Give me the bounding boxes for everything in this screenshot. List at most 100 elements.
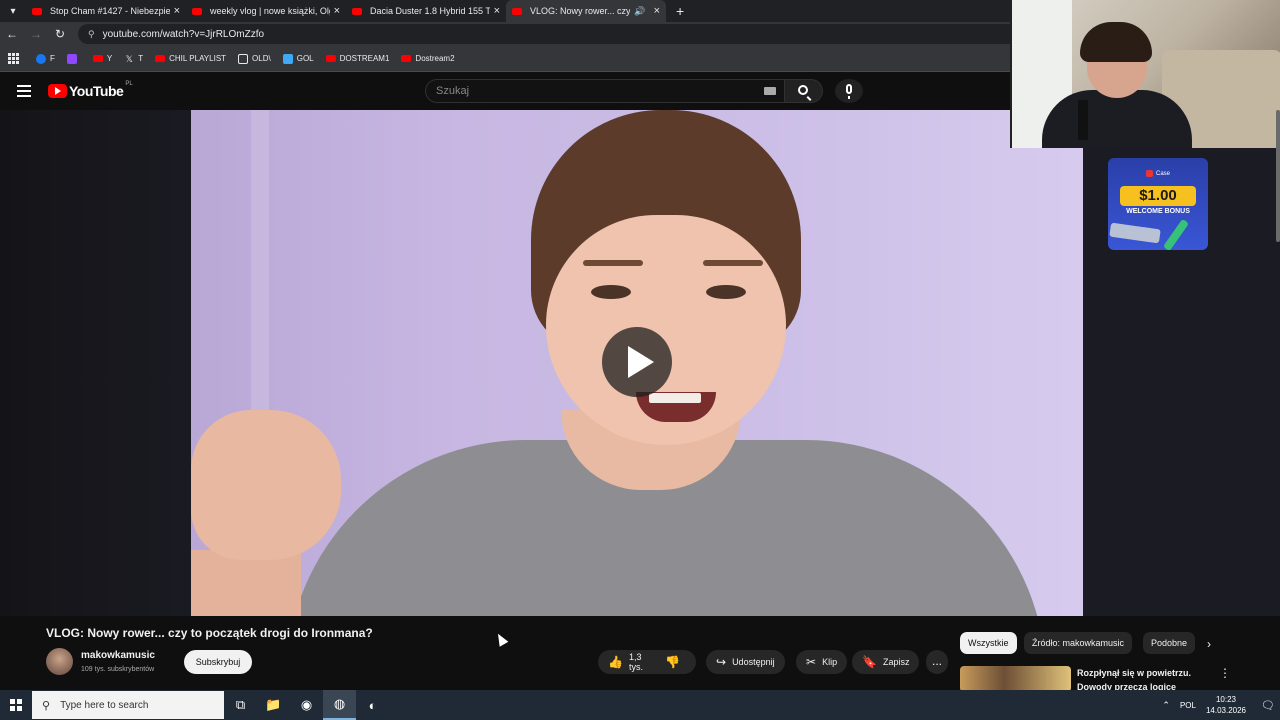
youtube-header: YouTube PL Szukaj: [0, 72, 1010, 110]
windows-taskbar: ⚲ Type here to search ⧉ 📁 ◉ ◍ ◐ ⌃ POL 10…: [0, 690, 1280, 720]
twitch-icon: [66, 53, 77, 64]
video-title: VLOG: Nowy rower... czy to początek drog…: [46, 626, 373, 640]
youtube-favicon-icon: [352, 7, 362, 15]
share-button[interactable]: ↪ Udostępnij: [706, 650, 785, 674]
like-count[interactable]: 1,3 tys.: [629, 652, 649, 672]
tab-close-icon[interactable]: ×: [334, 5, 340, 17]
tab-1[interactable]: Stop Cham #1427 - Niebezpieczne ×: [26, 0, 186, 22]
mouse-cursor-icon: [493, 631, 509, 647]
bookmark-label: OLD\: [252, 54, 271, 63]
save-button[interactable]: 🔖 Zapisz: [852, 650, 920, 674]
ad-brand-text: Case: [1155, 171, 1170, 178]
clock-time: 10:23: [1215, 695, 1236, 704]
tab-3[interactable]: Dacia Duster 1.8 Hybrid 155 TEST ×: [346, 0, 506, 22]
obs-icon[interactable]: ◉: [290, 690, 323, 720]
left-gutter: [0, 110, 191, 616]
like-icon[interactable]: 👍: [608, 655, 623, 669]
tab-2[interactable]: weekly vlog | nowe książki, Olga ×: [186, 0, 346, 22]
speaker-icon[interactable]: 🔊: [634, 6, 645, 17]
tab-close-icon[interactable]: ×: [654, 5, 660, 17]
keyboard-icon[interactable]: [764, 87, 776, 95]
file-explorer-icon[interactable]: 📁: [257, 690, 290, 720]
clip-button[interactable]: ✂ Klip: [796, 650, 848, 674]
youtube-favicon-icon: [512, 7, 522, 15]
bookmark-label: Dostream2: [415, 54, 455, 63]
page-scrollbar[interactable]: [1276, 110, 1280, 242]
task-view-icon[interactable]: ⧉: [224, 690, 257, 720]
bookmark-label: DOSTREAM1: [339, 54, 390, 63]
microphone-icon: [846, 84, 852, 99]
share-icon: ↪: [716, 655, 727, 669]
tab-title: Stop Cham #1427 - Niebezpieczne: [50, 6, 170, 16]
bookmark-old[interactable]: OLD\: [238, 53, 271, 64]
like-dislike-group: 👍 1,3 tys. 👎: [598, 650, 696, 674]
youtube-logo[interactable]: YouTube PL: [48, 81, 133, 99]
bookmark-dostream1[interactable]: DOSTREAM1: [325, 54, 390, 63]
chip-from-channel[interactable]: Źródło: makowkamusic: [1024, 632, 1133, 654]
apps-grid-icon[interactable]: [8, 52, 20, 65]
tab-title: VLOG: Nowy rower... czy to początek: [530, 6, 631, 16]
tab-search-icon[interactable]: ▾: [0, 0, 26, 22]
dislike-icon[interactable]: 👎: [665, 655, 680, 669]
search-button[interactable]: [785, 79, 823, 103]
channel-avatar[interactable]: [46, 648, 73, 675]
bookmark-f[interactable]: F: [36, 53, 55, 64]
more-actions-button[interactable]: ...: [926, 650, 948, 674]
folder-icon: [238, 53, 249, 64]
search-input[interactable]: Szukaj: [425, 79, 785, 103]
tab-4-active[interactable]: VLOG: Nowy rower... czy to początek 🔊 ×: [506, 0, 666, 22]
chrome-icon[interactable]: ◍: [323, 690, 356, 720]
site-info-icon[interactable]: ⚲: [88, 29, 95, 40]
kebab-menu-icon[interactable]: ⋮: [1219, 666, 1231, 680]
save-label: Zapisz: [882, 657, 910, 667]
bookmark-chil-playlist[interactable]: CHIL PLAYLIST: [155, 54, 226, 63]
video-player[interactable]: [191, 110, 1083, 616]
bookmark-t[interactable]: 𝕏T: [124, 53, 144, 64]
chip-related[interactable]: Podobne: [1143, 632, 1196, 654]
show-hidden-icons-icon[interactable]: ⌃: [1162, 700, 1170, 711]
menu-icon[interactable]: [17, 85, 31, 100]
screen: ▾ Stop Cham #1427 - Niebezpieczne × week…: [0, 0, 1280, 720]
bookmark-label: CHIL PLAYLIST: [169, 54, 227, 63]
webcam-microphone: [1078, 100, 1088, 140]
taskbar-search-placeholder: Type here to search: [60, 699, 149, 711]
forward-icon[interactable]: →: [24, 27, 48, 41]
chip-all[interactable]: Wszystkie: [960, 632, 1017, 654]
back-icon[interactable]: ←: [0, 27, 24, 41]
related-video-thumbnail[interactable]: [960, 666, 1071, 692]
discord-icon[interactable]: ◐: [356, 690, 389, 720]
youtube-icon: [325, 55, 336, 62]
input-language[interactable]: POL: [1180, 701, 1196, 710]
channel-name[interactable]: makowkamusic: [81, 650, 155, 661]
system-tray: ⌃ POL 10:23 14.03.2026 🗨: [1162, 690, 1280, 720]
play-button-icon[interactable]: [602, 327, 672, 397]
ad-brand: Case: [1108, 170, 1208, 177]
taskbar-search-input[interactable]: ⚲ Type here to search: [32, 691, 224, 719]
logo-region: PL: [125, 81, 133, 87]
reload-icon[interactable]: ↻: [48, 27, 72, 41]
youtube-favicon-icon: [192, 7, 202, 15]
bookmark-icon: 🔖: [862, 655, 877, 669]
scissors-icon: ✂: [806, 655, 817, 669]
notification-icon[interactable]: 🗨: [1256, 690, 1280, 720]
voice-search-button[interactable]: [835, 79, 863, 103]
bookmark-y[interactable]: Y: [92, 54, 112, 63]
tab-close-icon[interactable]: ×: [494, 5, 500, 17]
youtube-icon: [155, 55, 166, 62]
video-person-brow: [703, 260, 763, 266]
bookmark-twitch[interactable]: [66, 53, 81, 64]
x-icon: 𝕏: [125, 53, 133, 64]
chevron-right-icon[interactable]: ›: [1207, 637, 1211, 651]
new-tab-button[interactable]: +: [676, 3, 684, 19]
bookmark-gol[interactable]: GOL: [282, 53, 314, 64]
ad-brand-icon: [1145, 170, 1153, 177]
youtube-play-logo-icon: [48, 84, 67, 98]
start-button[interactable]: [0, 690, 32, 720]
sponsor-ad[interactable]: Case $1.00 WELCOME BONUS: [1108, 158, 1208, 250]
subscribe-button[interactable]: Subskrybuj: [184, 650, 252, 674]
search-icon: [798, 85, 808, 95]
ad-gun-image: [1109, 222, 1161, 244]
tab-close-icon[interactable]: ×: [174, 5, 180, 17]
clock[interactable]: 10:23 14.03.2026: [1206, 694, 1246, 716]
bookmark-dostream2[interactable]: Dostream2: [401, 54, 455, 63]
